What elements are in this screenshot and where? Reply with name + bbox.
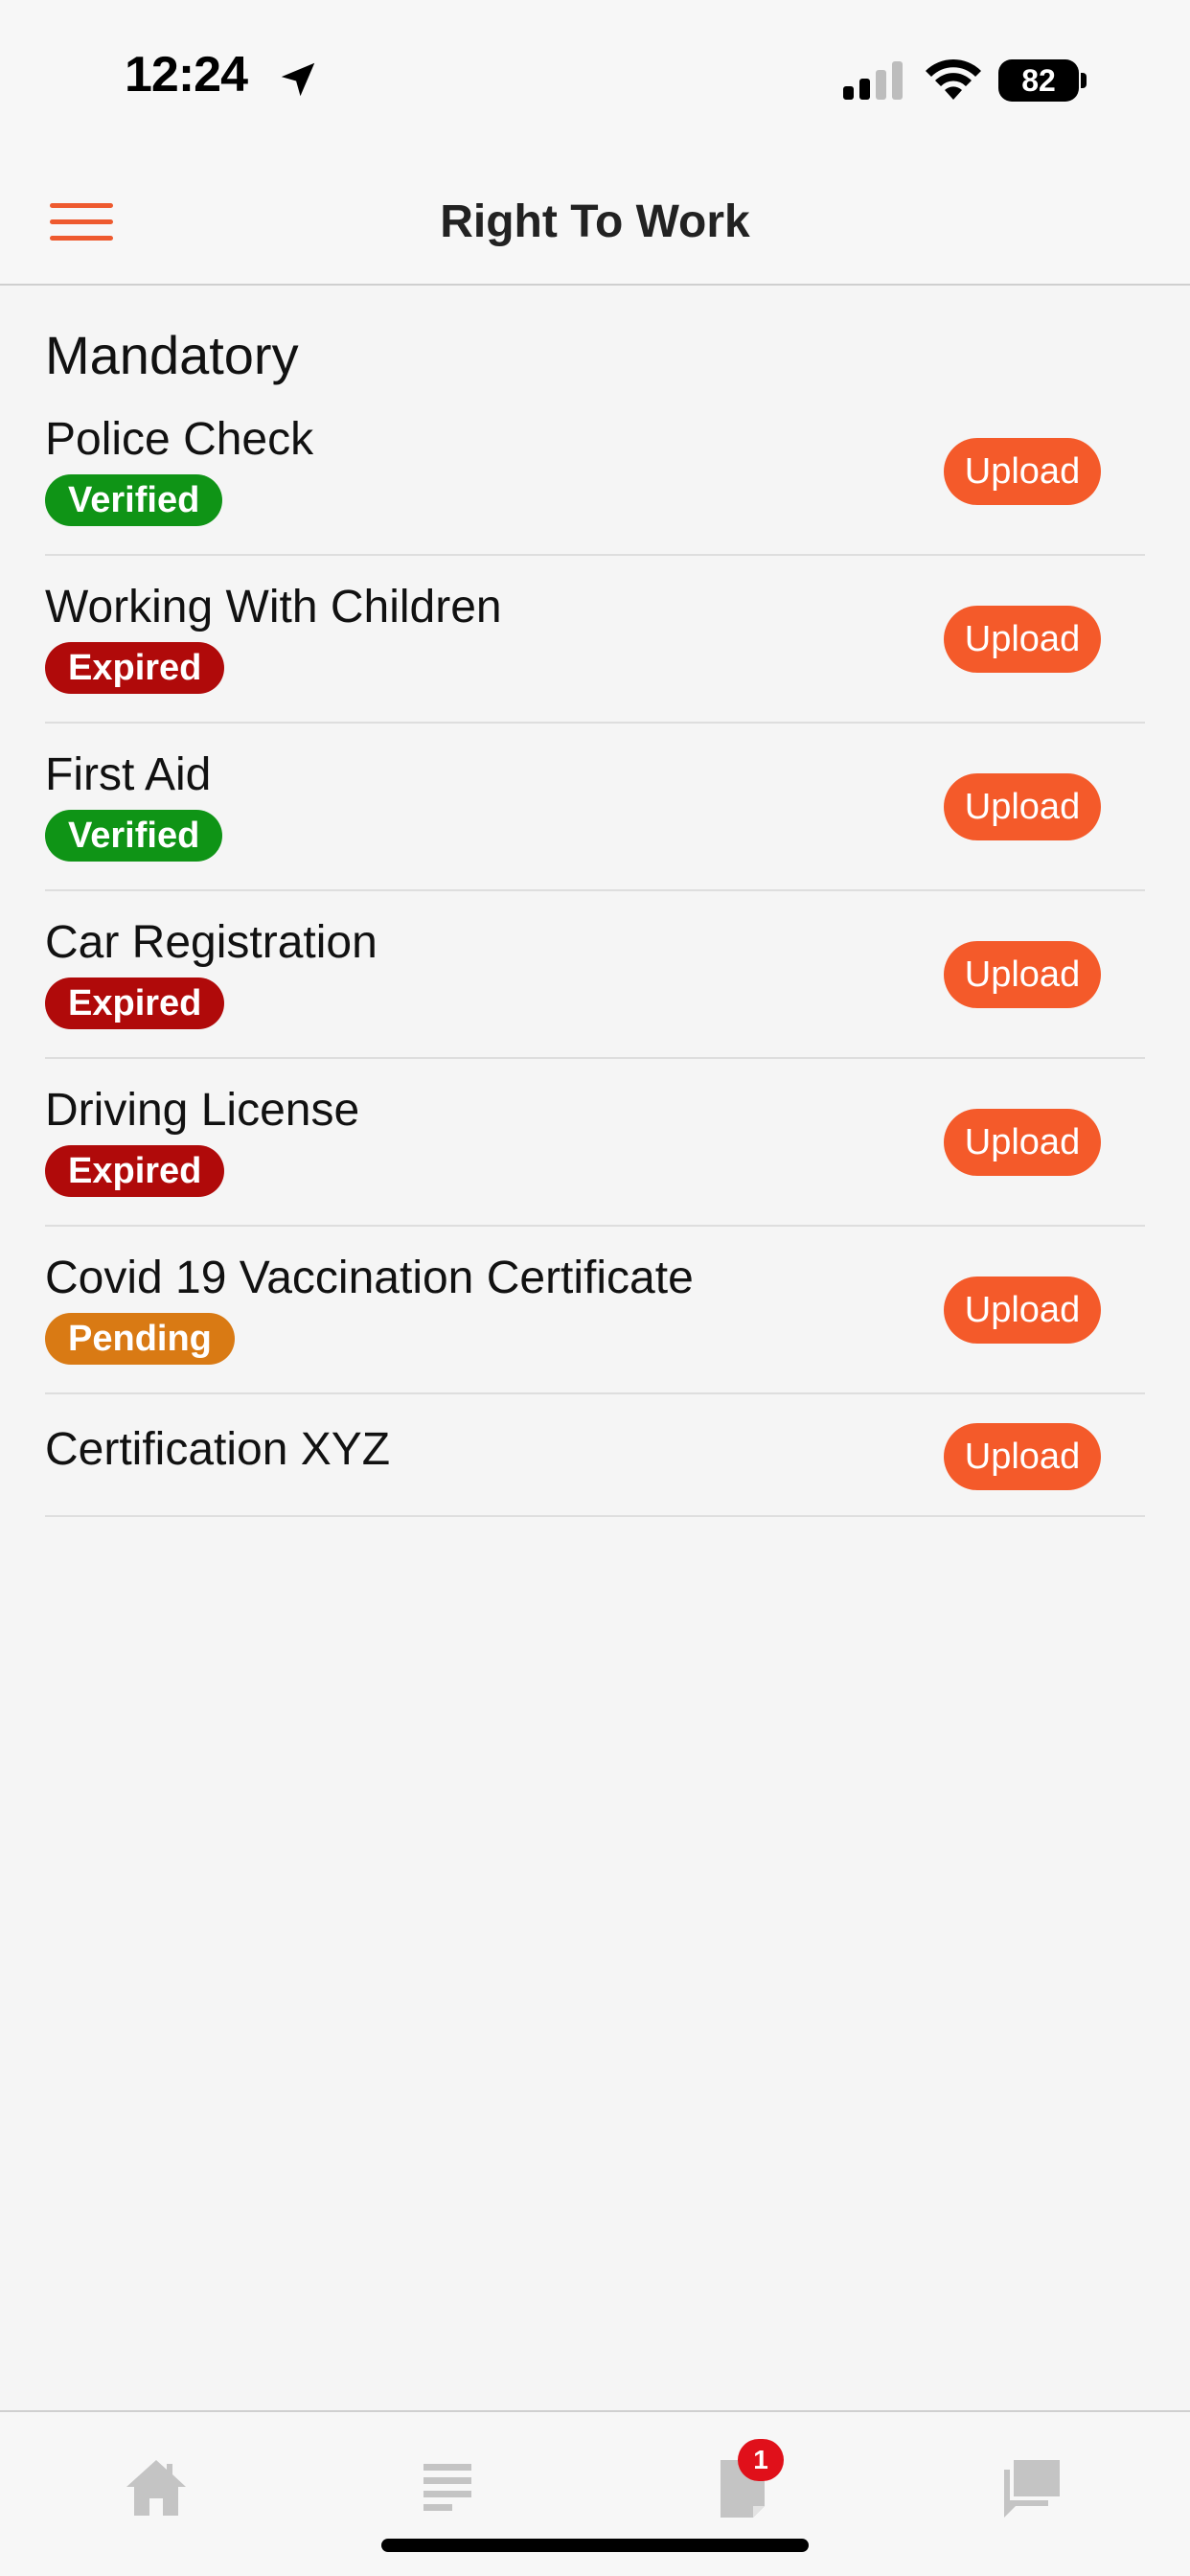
list-icon [423, 2464, 471, 2511]
status-badge: Expired [45, 642, 225, 694]
chat-icon [1004, 2460, 1060, 2518]
page-title: Right To Work [440, 196, 750, 247]
status-badge: Expired [45, 1145, 225, 1197]
document-row: First Aid Verified Upload [45, 724, 1145, 891]
document-row: Driving License Expired Upload [45, 1059, 1145, 1227]
tab-chat[interactable] [998, 2454, 1065, 2521]
status-badge: Expired [45, 978, 225, 1029]
document-name: Car Registration [45, 917, 378, 968]
notification-badge: 1 [738, 2439, 784, 2481]
upload-button[interactable]: Upload [944, 1109, 1101, 1176]
document-row: Working With Children Expired Upload [45, 556, 1145, 724]
document-row: Certification XYZ Upload [45, 1394, 1145, 1517]
wifi-icon [926, 58, 981, 100]
screen: 12:24 82 Right To Work Mandatory Police … [0, 0, 1190, 2576]
battery-level: 82 [998, 59, 1079, 102]
status-badge: Verified [45, 810, 223, 862]
upload-button[interactable]: Upload [944, 438, 1101, 505]
status-time: 12:24 [125, 47, 248, 103]
upload-button[interactable]: Upload [944, 941, 1101, 1008]
document-row: Car Registration Expired Upload [45, 891, 1145, 1059]
status-badge: Verified [45, 474, 223, 526]
document-name: First Aid [45, 749, 212, 800]
battery-icon: 82 [998, 59, 1087, 102]
tab-list[interactable] [414, 2454, 481, 2521]
status-bar: 12:24 82 [0, 0, 1190, 144]
document-name: Covid 19 Vaccination Certificate [45, 1253, 694, 1303]
document-row: Covid 19 Vaccination Certificate Pending… [45, 1227, 1145, 1394]
document-name: Police Check [45, 414, 314, 465]
document-list: Police Check Verified Upload Working Wit… [45, 388, 1145, 1517]
tab-documents[interactable]: 1 [709, 2439, 784, 2521]
section-title: Mandatory [45, 325, 299, 385]
document-name: Certification XYZ [45, 1424, 391, 1475]
document-name: Working With Children [45, 582, 502, 632]
status-badge: Pending [45, 1313, 235, 1365]
upload-button[interactable]: Upload [944, 606, 1101, 673]
document-row: Police Check Verified Upload [45, 388, 1145, 556]
document-name: Driving License [45, 1085, 360, 1136]
home-icon [126, 2460, 186, 2516]
location-arrow-icon [281, 62, 315, 97]
upload-button[interactable]: Upload [944, 1423, 1101, 1490]
upload-button[interactable]: Upload [944, 1276, 1101, 1344]
upload-button[interactable]: Upload [944, 773, 1101, 840]
home-indicator [381, 2539, 809, 2552]
cellular-signal-icon [843, 61, 903, 100]
tab-home[interactable] [123, 2454, 190, 2521]
nav-header: Right To Work [0, 144, 1190, 286]
